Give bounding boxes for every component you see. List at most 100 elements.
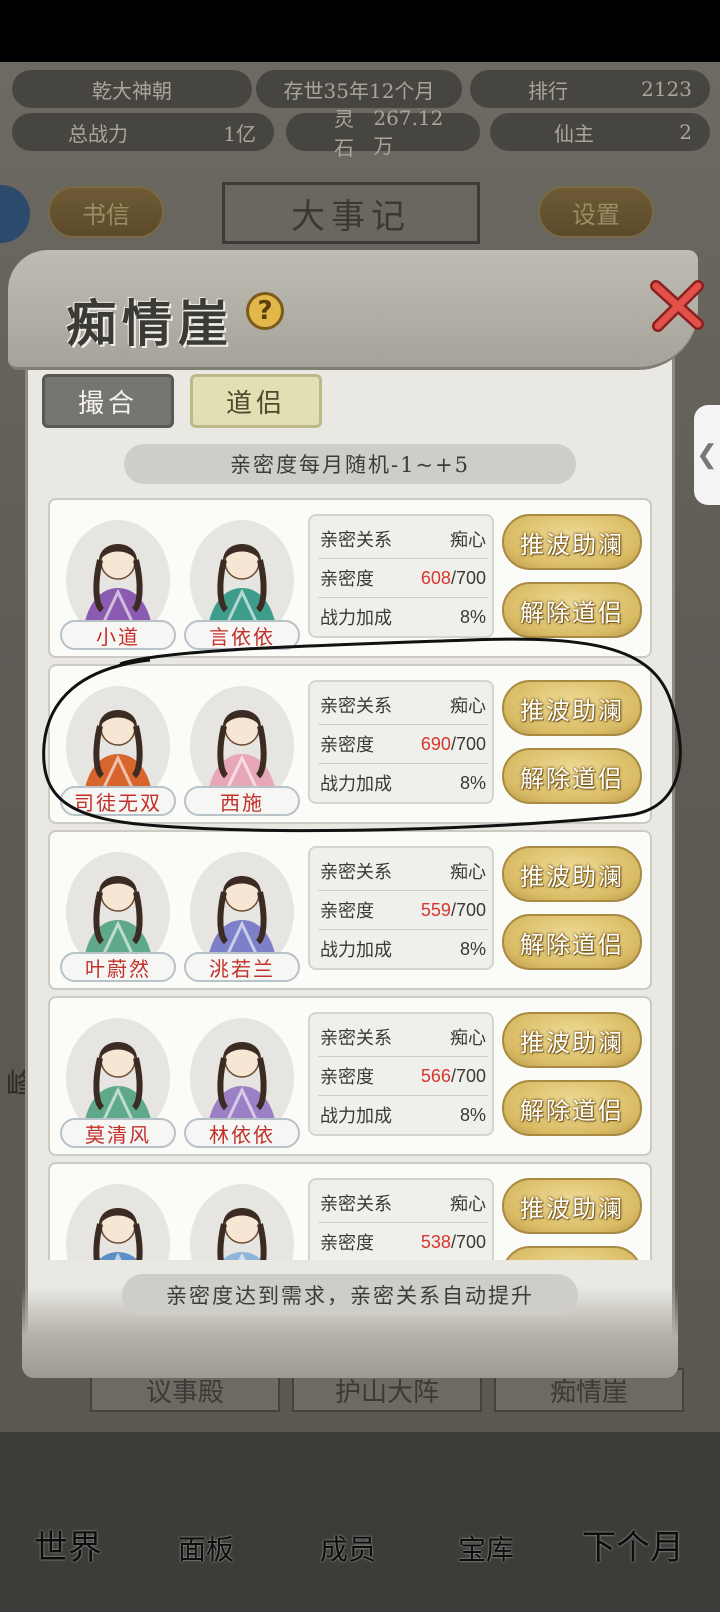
intimacy-max: /700 [450,567,486,588]
relation-info: 亲密关系 痴心 亲密度 690/700 战力加成 8% [308,680,494,804]
partner-card: 叶蔚然 洮若兰 亲密关系 痴心 亲密度 559/700 战力加成 8% 推波助澜… [48,830,652,990]
nav-treasury[interactable]: 宝库 [458,1528,514,1568]
help-icon[interactable]: ? [246,292,284,330]
immortal-label: 仙主 [554,121,594,146]
close-icon[interactable] [648,276,708,336]
tab-partner[interactable]: 道侣 [190,374,322,428]
intimacy-current: 690 [420,733,451,754]
dissolve-partner-button[interactable]: 解除道侣 [502,1080,642,1136]
intimacy-row: 亲密度 566/700 [320,1057,486,1095]
dynasty-name: 乾大神朝 [12,70,252,108]
intimacy-row: 亲密度 559/700 [320,891,486,929]
right-name-tag: 洮若兰 [184,952,300,982]
power-value: 1亿 [223,121,256,146]
rank-display: 排行 2123 [470,70,710,108]
left-portrait[interactable]: 叶蔚然 [60,842,176,982]
partner-card: 小道 言依依 亲密关系 痴心 亲密度 608/700 战力加成 8% 推波助澜 … [48,498,652,658]
right-portrait[interactable]: 言依依 [184,510,300,650]
bonus-value: 8% [459,1104,486,1125]
intimacy-value: 608/700 [421,568,486,589]
relation-row: 亲密关系 痴心 [320,852,486,890]
power-label: 总战力 [68,121,128,146]
left-name-tag: 小道 [60,620,176,650]
right-portrait[interactable]: 洮若兰 [184,842,300,982]
relation-row: 亲密关系 痴心 [320,686,486,724]
tab-matchmake[interactable]: 撮合 [42,374,174,428]
right-portrait[interactable] [184,1174,300,1260]
nav-world[interactable]: 世界 [34,1520,102,1569]
right-name-tag: 西施 [184,786,300,816]
letters-button[interactable]: 书信 [48,186,164,238]
left-name-tag: 叶蔚然 [60,952,176,982]
intimacy-max: /700 [450,899,486,920]
left-portrait[interactable]: 小道 [60,510,176,650]
intimacy-row: 亲密度 538/700 [320,1223,486,1260]
nav-next-month[interactable]: 下个月 [582,1520,684,1569]
intimacy-value: 566/700 [421,1066,486,1087]
settings-button[interactable]: 设置 [538,186,654,238]
bonus-label: 战力加成 [320,940,392,961]
intimacy-current: 608 [420,567,451,588]
intimacy-label: 亲密度 [320,735,374,756]
right-name-tag: 言依依 [184,620,300,650]
bonus-label: 战力加成 [320,608,392,629]
intimacy-max: /700 [450,1231,486,1252]
stone-value: 267.12万 [373,105,444,158]
bonus-row: 战力加成 8% [320,764,486,802]
bonus-value: 8% [459,606,486,627]
power-display: 总战力 1亿 [12,113,274,151]
relation-value: 痴心 [450,1194,486,1215]
relation-row: 亲密关系 痴心 [320,1018,486,1056]
event-log-title: 大事记 [222,182,480,244]
intimacy-rule-banner: 亲密度每月随机-1~+5 [124,444,576,484]
left-portrait[interactable] [60,1174,176,1260]
relation-row: 亲密关系 痴心 [320,1184,486,1222]
immortal-value: 2 [679,120,692,144]
boost-intimacy-button[interactable]: 推波助澜 [502,846,642,902]
boost-intimacy-button[interactable]: 推波助澜 [502,514,642,570]
dissolve-partner-button[interactable]: 解除道侣 [502,1246,642,1260]
right-portrait[interactable]: 西施 [184,676,300,816]
right-portrait[interactable]: 林依依 [184,1008,300,1148]
nav-panel[interactable]: 面板 [178,1528,234,1568]
right-name-tag: 林依依 [184,1118,300,1148]
nav-members[interactable]: 成员 [320,1528,376,1568]
intimacy-current: 559 [420,899,451,920]
bonus-row: 战力加成 8% [320,598,486,636]
status-bar [0,0,720,62]
relation-value: 痴心 [450,696,486,717]
relation-label: 亲密关系 [320,862,392,883]
intimacy-label: 亲密度 [320,901,374,922]
partner-list[interactable]: 小道 言依依 亲密关系 痴心 亲密度 608/700 战力加成 8% 推波助澜 … [48,498,652,1260]
partner-card: 司徒无双 西施 亲密关系 痴心 亲密度 690/700 战力加成 8% 推波助澜… [48,664,652,824]
dissolve-partner-button[interactable]: 解除道侣 [502,582,642,638]
expand-handle-icon[interactable]: ❮ [694,405,720,505]
bonus-row: 战力加成 8% [320,930,486,968]
bonus-label: 战力加成 [320,1106,392,1127]
boost-intimacy-button[interactable]: 推波助澜 [502,680,642,736]
relation-label: 亲密关系 [320,696,392,717]
boost-intimacy-button[interactable]: 推波助澜 [502,1012,642,1068]
boost-intimacy-button[interactable]: 推波助澜 [502,1178,642,1234]
intimacy-current: 538 [420,1231,451,1252]
immortal-display: 仙主 2 [490,113,710,151]
partner-card: 莫清风 林依依 亲密关系 痴心 亲密度 566/700 战力加成 8% 推波助澜… [48,996,652,1156]
partner-card: 亲密关系 痴心 亲密度 538/700 战力加成 推波助澜 解除道侣 [48,1162,652,1260]
rank-label: 排行 [528,78,568,103]
dissolve-partner-button[interactable]: 解除道侣 [502,914,642,970]
relation-value: 痴心 [450,530,486,551]
intimacy-label: 亲密度 [320,1233,374,1254]
left-portrait[interactable]: 莫清风 [60,1008,176,1148]
bonus-value: 8% [459,938,486,959]
relation-info: 亲密关系 痴心 亲密度 608/700 战力加成 8% [308,514,494,638]
love-cliff-modal: 痴情崖 ? 撮合 道侣 亲密度每月随机-1~+5 小道 言依依 亲密关系 痴心 … [8,250,704,1378]
relation-label: 亲密关系 [320,530,392,551]
dissolve-partner-button[interactable]: 解除道侣 [502,748,642,804]
left-portrait[interactable]: 司徒无双 [60,676,176,816]
relation-label: 亲密关系 [320,1194,392,1215]
stone-display: 灵石 267.12万 [286,106,480,160]
bonus-row: 战力加成 8% [320,1096,486,1134]
intimacy-row: 亲密度 608/700 [320,559,486,597]
intimacy-current: 566 [420,1065,451,1086]
intimacy-max: /700 [450,733,486,754]
